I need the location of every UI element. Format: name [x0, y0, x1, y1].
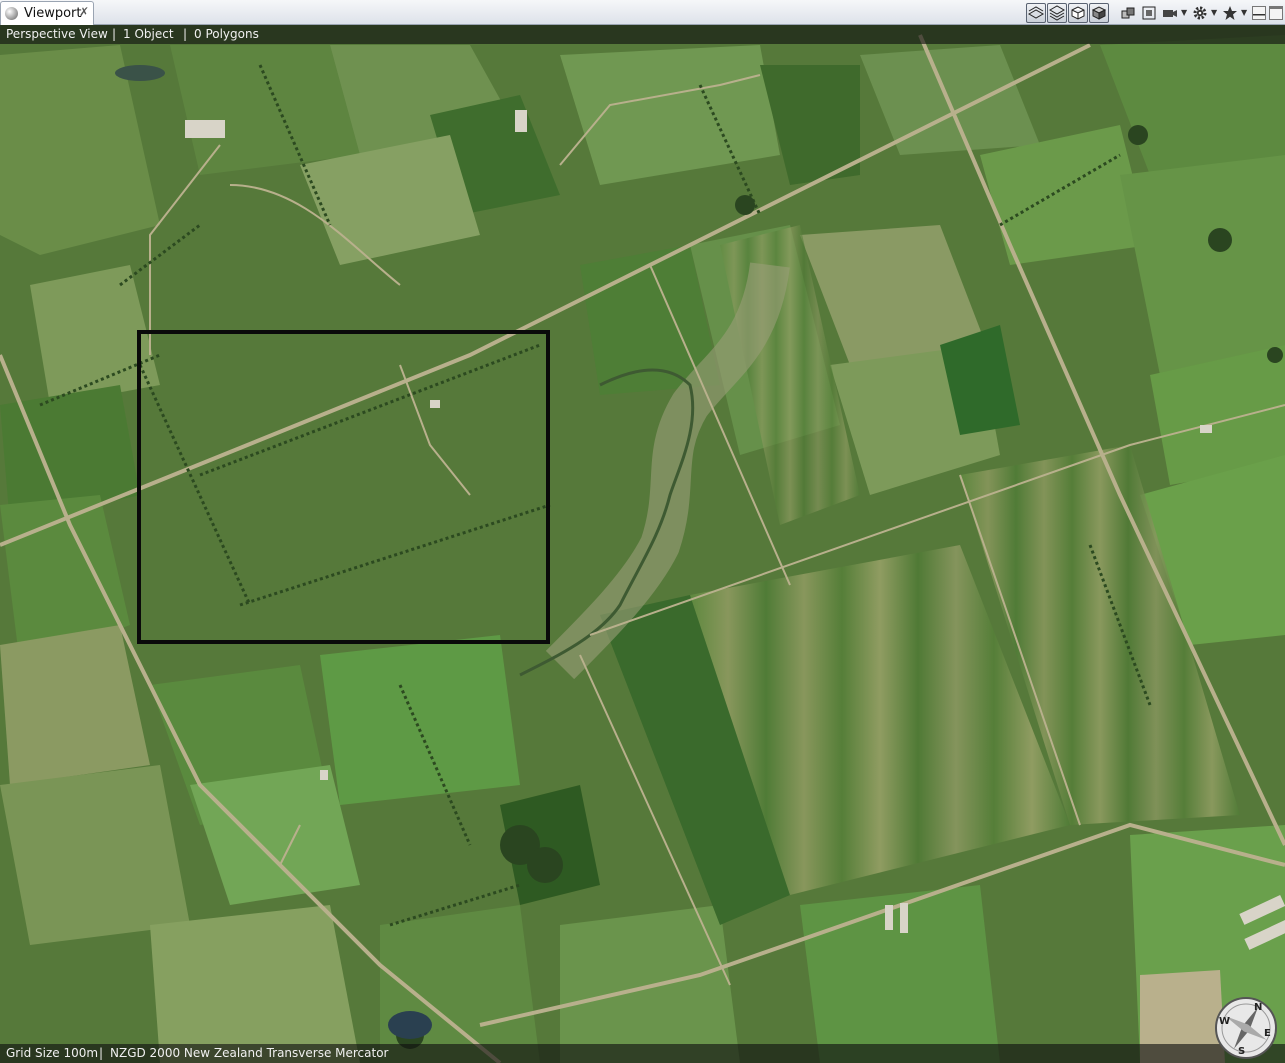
- settings-dropdown-icon[interactable]: ▼: [1211, 8, 1219, 17]
- maximize-icon[interactable]: [1269, 5, 1283, 20]
- close-icon[interactable]: ✗: [79, 5, 89, 19]
- cube-objects-button[interactable]: [1118, 3, 1138, 23]
- camera-button[interactable]: [1160, 3, 1180, 23]
- separator: |: [183, 27, 188, 41]
- camera-icon: [1163, 9, 1177, 17]
- settings-button[interactable]: [1190, 3, 1210, 23]
- viewport-tab-bar: Viewport ✗ ▼ ▼ ▼: [0, 0, 1285, 25]
- pond: [388, 1011, 432, 1039]
- cube-shaded-button[interactable]: [1089, 2, 1109, 23]
- cube-shaded-icon: [1091, 5, 1107, 20]
- layers-stack-button[interactable]: [1047, 2, 1067, 23]
- separator: |: [99, 1046, 104, 1060]
- compass-e: E: [1264, 1028, 1271, 1039]
- viewport-info-bar: Perspective View | 1 Object | 0 Polygons: [0, 25, 1285, 44]
- camera-dropdown-icon[interactable]: ▼: [1181, 8, 1189, 17]
- layers-flat-button[interactable]: [1026, 2, 1046, 23]
- selection-box[interactable]: [137, 330, 550, 644]
- compass-s: S: [1238, 1046, 1245, 1057]
- minimize-icon[interactable]: [1252, 5, 1266, 20]
- tab-title: Viewport: [24, 6, 82, 21]
- separator: |: [112, 27, 117, 41]
- viewport-status-bar: Grid Size 100m | NZGD 2000 New Zealand T…: [0, 1044, 1285, 1063]
- compass-n: N: [1254, 1002, 1262, 1013]
- viewport-toolbar: ▼ ▼ ▼: [1025, 2, 1283, 23]
- frame-button[interactable]: [1139, 3, 1159, 23]
- view-mode-label: Perspective View: [6, 27, 108, 41]
- grid-size-label: Grid Size 100m: [6, 1046, 99, 1060]
- pond: [115, 65, 165, 81]
- cube-icon: [1071, 5, 1085, 20]
- object-count-label: 1 Object: [123, 27, 174, 41]
- polygon-count-label: 0 Polygons: [194, 27, 259, 41]
- frame-icon: [1142, 6, 1156, 19]
- favorites-button[interactable]: [1220, 3, 1240, 23]
- layers-flat-icon: [1028, 5, 1044, 19]
- compass-w: W: [1219, 1016, 1230, 1027]
- gear-icon: [1193, 6, 1207, 19]
- cube-button[interactable]: [1068, 2, 1088, 23]
- viewport-tab[interactable]: Viewport ✗: [0, 1, 94, 25]
- sphere-icon: [5, 7, 18, 20]
- cube-objects-icon: [1121, 7, 1135, 18]
- favorites-dropdown-icon[interactable]: ▼: [1241, 8, 1249, 17]
- star-icon: [1223, 5, 1237, 20]
- compass-icon[interactable]: N E S W: [1214, 996, 1278, 1060]
- map-viewport[interactable]: Perspective View | 1 Object | 0 Polygons…: [0, 25, 1285, 1063]
- layers-stack-icon: [1049, 4, 1065, 21]
- projection-label: NZGD 2000 New Zealand Transverse Mercato…: [110, 1046, 389, 1060]
